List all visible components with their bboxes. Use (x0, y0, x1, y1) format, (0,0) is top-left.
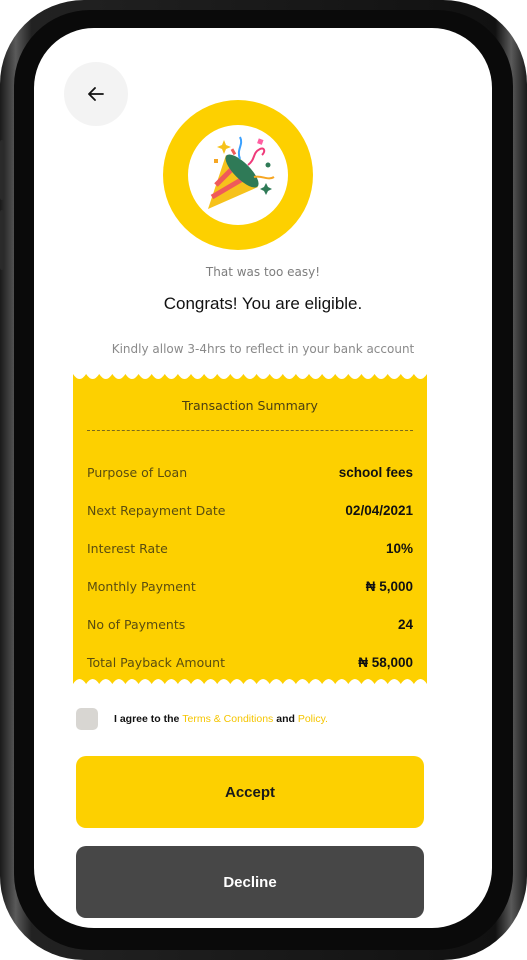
terms-prefix: I agree to the (114, 713, 183, 725)
terms-middle: and (273, 713, 298, 725)
party-popper-icon (208, 136, 275, 209)
summary-row-value: 10% (385, 540, 413, 556)
success-subtitle: That was too easy! (205, 265, 321, 279)
scalloped-edge-top (73, 374, 427, 379)
policy-link[interactable]: Policy. (298, 713, 328, 725)
summary-row-interest-rate: Interest Rate 10% (87, 536, 413, 560)
scalloped-edge-bottom (73, 679, 427, 684)
phone-side-button (0, 140, 4, 200)
summary-row-value: ₦ 5,000 (365, 578, 413, 594)
summary-divider (87, 430, 413, 431)
summary-row-label: No of Payments (87, 616, 186, 632)
back-button[interactable] (64, 62, 128, 126)
phone-side-button (0, 210, 4, 270)
app-screen: That was too easy! Congrats! You are eli… (34, 28, 492, 928)
summary-row-purpose: Purpose of Loan school fees (87, 460, 413, 484)
summary-row-label: Total Payback Amount (87, 654, 226, 670)
summary-row-value: 02/04/2021 (345, 502, 413, 518)
info-note: Kindly allow 3-4hrs to reflect in your b… (111, 342, 415, 356)
summary-row-value: school fees (338, 464, 413, 480)
summary-row-label: Next Repayment Date (87, 502, 226, 518)
arrow-left-icon (88, 87, 104, 101)
summary-row-total-payback: Total Payback Amount ₦ 58,000 (87, 650, 413, 674)
success-badge-inner (188, 125, 288, 225)
summary-row-label: Interest Rate (87, 540, 168, 556)
decline-button[interactable]: Decline (76, 846, 424, 918)
summary-row-monthly-payment: Monthly Payment ₦ 5,000 (87, 574, 413, 598)
summary-row-value: 24 (397, 616, 413, 632)
summary-row-label: Purpose of Loan (87, 464, 188, 480)
terms-text: I agree to the Terms & Conditions and Po… (114, 713, 328, 725)
summary-row-label: Monthly Payment (87, 578, 196, 594)
transaction-summary-card: Transaction Summary Purpose of Loan scho… (73, 374, 427, 684)
terms-link[interactable]: Terms & Conditions (182, 713, 273, 725)
summary-title: Transaction Summary (182, 398, 318, 413)
summary-row-number-of-payments: No of Payments 24 (87, 612, 413, 636)
summary-row-repayment-date: Next Repayment Date 02/04/2021 (87, 498, 413, 522)
terms-agreement: I agree to the Terms & Conditions and Po… (76, 707, 462, 731)
success-badge (163, 100, 313, 250)
accept-button[interactable]: Accept (76, 756, 424, 828)
page-title: Congrats! You are eligible. (163, 294, 363, 313)
terms-checkbox[interactable] (76, 708, 98, 730)
summary-row-value: ₦ 58,000 (358, 654, 413, 670)
